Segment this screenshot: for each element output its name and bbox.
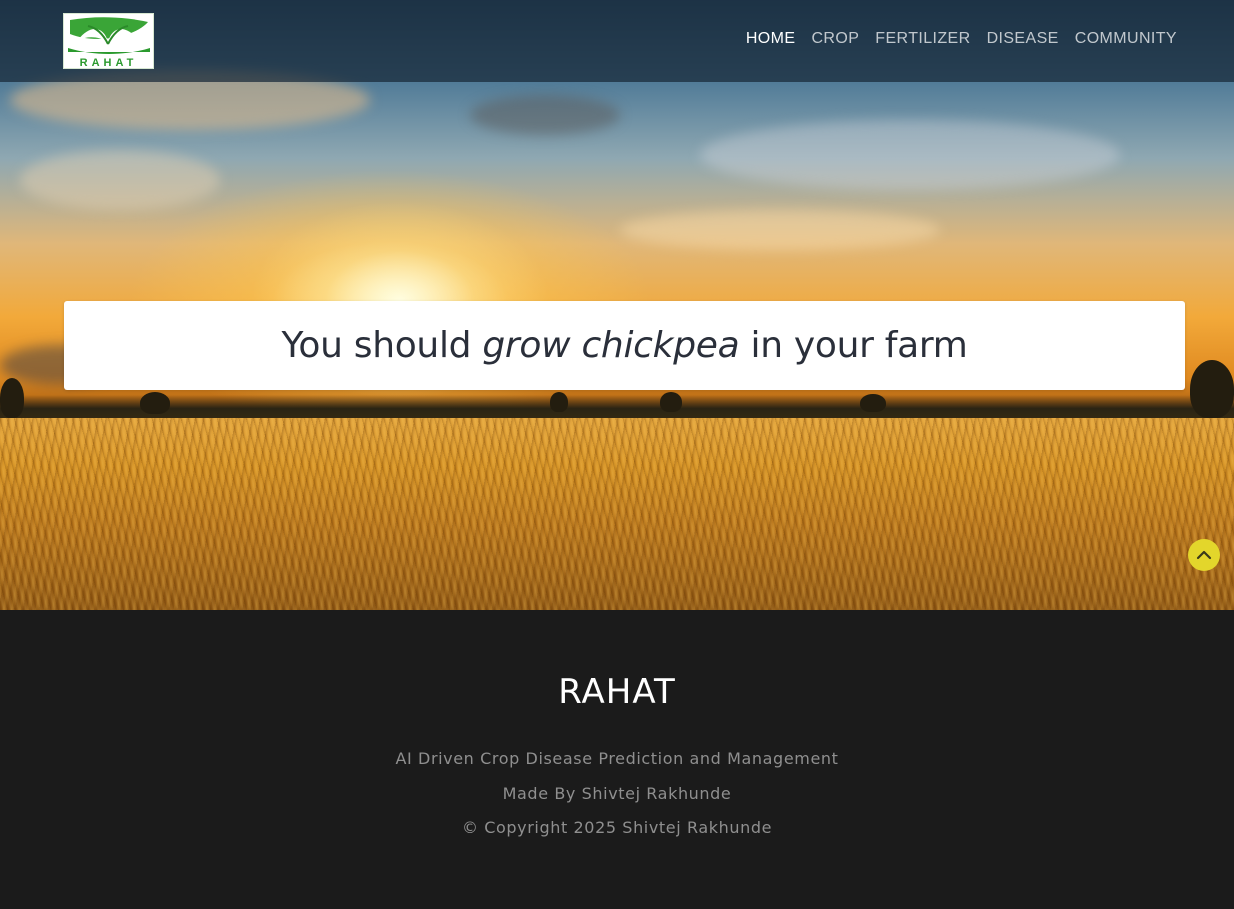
cloud xyxy=(620,210,940,250)
footer-made-by: Made By Shivtej Rakhunde xyxy=(502,784,732,803)
nav-crop[interactable]: CROP xyxy=(811,30,859,48)
result-crop: chickpea xyxy=(581,325,740,366)
tree xyxy=(1190,360,1234,418)
nav-community[interactable]: COMMUNITY xyxy=(1075,30,1177,48)
cloud xyxy=(470,95,620,135)
nav-fertilizer[interactable]: FERTILIZER xyxy=(875,30,970,48)
footer-title: RAHAT xyxy=(558,672,676,712)
cloud xyxy=(700,120,1120,190)
footer-tagline: AI Driven Crop Disease Prediction and Ma… xyxy=(395,749,839,768)
scroll-to-top-button[interactable] xyxy=(1188,539,1220,571)
leaf-logo-icon xyxy=(68,17,150,54)
footer-copyright: © Copyright 2025 Shivtej Rakhunde xyxy=(461,818,773,837)
chevron-up-icon xyxy=(1196,550,1212,560)
tree xyxy=(860,394,886,412)
logo[interactable]: RAHAT xyxy=(63,13,154,69)
result-suffix: in your farm xyxy=(750,325,968,366)
wheat-field xyxy=(0,418,1234,610)
tree xyxy=(140,392,170,414)
tree xyxy=(660,392,682,412)
result-verb: grow xyxy=(482,325,571,366)
nav-home[interactable]: HOME xyxy=(746,30,796,48)
result-prefix: You should xyxy=(281,325,472,366)
prediction-result-text: You should grow chickpea in your farm xyxy=(281,325,967,366)
tree xyxy=(550,392,568,412)
main-nav: HOME CROP FERTILIZER DISEASE COMMUNITY xyxy=(746,30,1177,48)
cloud xyxy=(20,150,220,210)
prediction-result-card: You should grow chickpea in your farm xyxy=(64,301,1185,390)
nav-disease[interactable]: DISEASE xyxy=(987,30,1059,48)
tree xyxy=(0,378,24,418)
logo-text: RAHAT xyxy=(79,57,138,69)
navbar: RAHAT HOME CROP FERTILIZER DISEASE COMMU… xyxy=(0,0,1234,82)
footer: RAHAT AI Driven Crop Disease Prediction … xyxy=(0,610,1234,909)
